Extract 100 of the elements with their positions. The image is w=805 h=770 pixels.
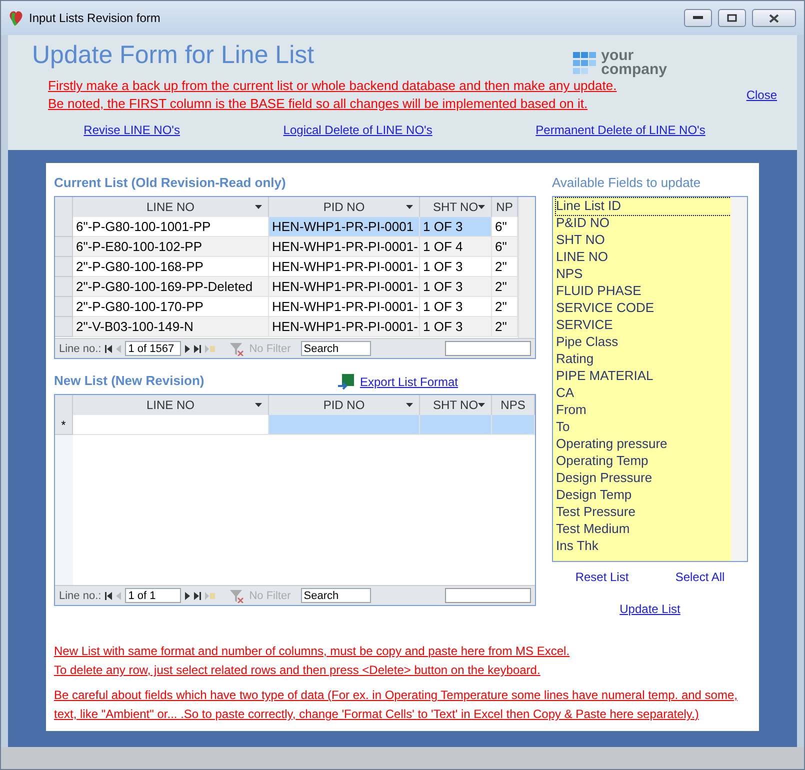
field-item[interactable]: P&ID NO (556, 215, 731, 232)
warning-text: Be noted, the FIRST column is the BASE field so all changes will be implemented based on it. (48, 95, 589, 113)
dropdown-icon[interactable] (406, 205, 413, 209)
last-record-icon[interactable] (194, 592, 202, 600)
table-cell: HEN-WHP1-PR-PI-0001 (269, 217, 420, 237)
table-cell: 6" (492, 217, 518, 237)
close-link[interactable]: Close (746, 88, 777, 102)
column-header[interactable]: PID NO (269, 197, 420, 217)
field-item[interactable]: Design Temp (556, 487, 731, 504)
first-record-icon[interactable] (105, 344, 112, 352)
column-header[interactable]: LINE NO (73, 197, 269, 217)
field-item[interactable]: NPS (556, 266, 731, 283)
table-cell: 1 OF 3 (420, 317, 492, 337)
record-number-field[interactable]: 1 of 1567 (125, 341, 182, 356)
field-item[interactable]: Rating (556, 351, 731, 368)
minimize-icon (693, 16, 703, 20)
field-item[interactable]: Operating pressure (556, 436, 731, 453)
field-item[interactable]: Design Pressure (556, 470, 731, 487)
table-cell: 2" (492, 317, 518, 337)
logo-icon (573, 52, 598, 74)
new-record-icon[interactable] (205, 344, 216, 352)
table-cell: 1 OF 4 (420, 237, 492, 257)
field-item[interactable]: Ins Thk (556, 538, 731, 555)
field-item[interactable]: SHT NO (556, 232, 731, 249)
table-cell: 1 OF 3 (420, 277, 492, 297)
search-field[interactable]: Search (300, 341, 371, 356)
search-field[interactable]: Search (300, 588, 371, 603)
update-list-link[interactable]: Update List (620, 602, 680, 616)
field-item[interactable]: LINE NO (556, 249, 731, 266)
fields-listbox[interactable] (552, 196, 748, 562)
field-item[interactable]: PIPE MATERIAL (556, 368, 731, 385)
close-button[interactable] (752, 9, 796, 27)
column-header[interactable]: SHT NO (420, 395, 492, 415)
horizontal-scrollbar[interactable] (445, 341, 531, 356)
table-cell: 2"-V-B03-100-149-N (73, 317, 269, 337)
vertical-scrollbar[interactable] (731, 197, 747, 561)
dropdown-icon[interactable] (255, 205, 262, 209)
next-record-icon[interactable] (185, 344, 190, 352)
field-item[interactable]: SERVICE (556, 317, 731, 334)
table-cell: HEN-WHP1-PR-PI-0001-: (269, 297, 420, 317)
table-cell: 6"-P-E80-100-102-PP (73, 237, 269, 257)
reset-list-link[interactable]: Reset List (575, 570, 629, 584)
table-cell: HEN-WHP1-PR-PI-0001-: (269, 277, 420, 297)
field-item[interactable]: Operating Temp (556, 453, 731, 470)
new-record-icon[interactable] (205, 592, 216, 600)
new-record-marker: * (55, 415, 73, 435)
excel-icon[interactable] (338, 374, 354, 390)
table-cell: HEN-WHP1-PR-PI-0001-: (269, 237, 420, 257)
field-item[interactable]: Pipe Class (556, 334, 731, 351)
field-item[interactable]: Test Medium (556, 521, 731, 538)
dropdown-icon[interactable] (478, 205, 485, 209)
table-cell: HEN-WHP1-PR-PI-0001-: (269, 257, 420, 277)
action-link[interactable]: Logical Delete of LINE NO's (283, 123, 432, 137)
field-item[interactable]: Line List ID (556, 198, 731, 215)
minimize-button[interactable] (684, 9, 712, 27)
horizontal-scrollbar[interactable] (445, 588, 531, 603)
table-cell: 1 OF 3 (420, 217, 492, 237)
column-header[interactable]: SHT NO (420, 197, 492, 217)
next-record-icon[interactable] (185, 592, 190, 600)
field-item[interactable]: SERVICE CODE (556, 300, 731, 317)
previous-record-icon[interactable] (116, 592, 122, 600)
dropdown-icon[interactable] (478, 403, 485, 407)
close-icon (769, 14, 779, 22)
table-cell: 2"-P-G80-100-168-PP (73, 257, 269, 277)
note-text: To delete any row, just select related rows and then press <Delete> button on the keyboard. (54, 662, 542, 679)
window-title: Input Lists Revision form (29, 11, 162, 25)
first-record-icon[interactable] (105, 592, 112, 600)
column-header[interactable]: PID NO (269, 395, 420, 415)
restore-icon (727, 14, 737, 22)
dropdown-icon[interactable] (255, 403, 262, 407)
table-cell: 2" (492, 297, 518, 317)
table-cell: 1 OF 3 (420, 257, 492, 277)
form-title: Update Form for Line List (32, 41, 314, 70)
navigator-label: Line no.: (59, 342, 102, 354)
section-title: New List (New Revision) (54, 372, 206, 390)
export-link[interactable]: Export List Format (360, 374, 458, 388)
section-title: Current List (Old Revision-Read only) (54, 174, 287, 192)
select-all-link[interactable]: Select All (675, 570, 725, 584)
field-item[interactable]: FLUID PHASE (556, 283, 731, 300)
action-link[interactable]: Revise LINE NO's (84, 123, 180, 137)
field-item[interactable]: From (556, 402, 731, 419)
record-number-field[interactable]: 1 of 1 (125, 588, 182, 603)
vertical-scrollbar[interactable] (518, 197, 535, 338)
field-item[interactable]: To (556, 419, 731, 436)
filter-icon[interactable] (229, 342, 246, 356)
column-header[interactable]: NP (492, 197, 518, 217)
table-cell: HEN-WHP1-PR-PI-0001-: (269, 317, 420, 337)
column-header[interactable]: LINE NO (73, 395, 269, 415)
note-text: Be careful about fields which have two type of data (For ex. in Operating Temperature some lines have numeral temp. and some, text, like "Ambient" or... .So to paste correctly, change 'Format Cells' to 'Text' in Excel then Copy & Paste here separately.) (54, 687, 738, 723)
action-link[interactable]: Permanent Delete of LINE NO's (536, 123, 706, 137)
table-cell: 6"-P-G80-100-1001-PP (73, 217, 269, 237)
last-record-icon[interactable] (194, 344, 202, 352)
filter-icon[interactable] (229, 588, 246, 602)
navigator-label: Line no.: (59, 590, 102, 602)
previous-record-icon[interactable] (116, 344, 122, 352)
restore-button[interactable] (718, 9, 746, 27)
field-item[interactable]: Test Pressure (556, 504, 731, 521)
field-item[interactable]: CA (556, 385, 731, 402)
column-header[interactable]: NPS (492, 395, 535, 415)
dropdown-icon[interactable] (406, 403, 413, 407)
